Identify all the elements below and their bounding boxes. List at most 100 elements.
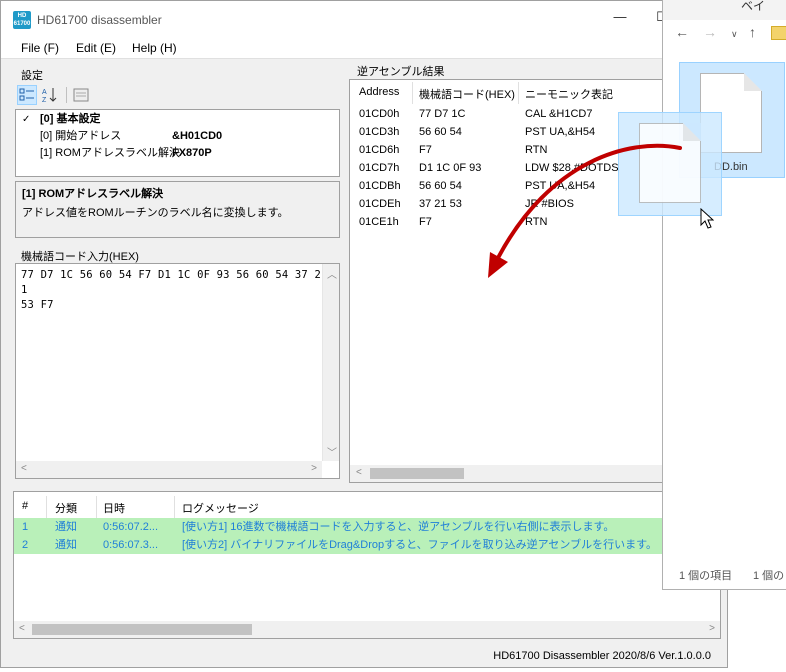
settings-label: 設定 [21, 70, 43, 82]
column-header-hex[interactable]: 機械語コード(HEX) [419, 86, 515, 102]
log-time: 0:56:07.2... [103, 521, 159, 533]
property-row-start-address[interactable]: [0] 開始アドレス &H01CD0 [16, 128, 339, 145]
row-address: 01CD7h [359, 162, 400, 174]
disassembly-label: 逆アセンブル結果 [357, 66, 445, 78]
status-bar: HD61700 Disassembler 2020/8/6 Ver.1.0.0.… [1, 647, 727, 669]
scroll-down-icon[interactable]: ﹀ [327, 444, 337, 459]
row-hex: F7 [419, 144, 432, 156]
explorer-window: ベイ ← → ∨ ↑ DD.bin 1 個の項目 1 個の [662, 0, 786, 590]
log-number: 1 [22, 521, 29, 533]
log-list[interactable]: # 分類 日時 ログメッセージ 1 通知 0:56:07.2... [使い方1]… [13, 491, 721, 639]
row-address: 01CDEh [359, 198, 401, 210]
row-mnemonic: CAL &H1CD7 [525, 108, 593, 120]
scroll-left-icon[interactable]: < [356, 467, 362, 478]
scroll-left-icon[interactable]: < [19, 623, 25, 634]
property-grid: ✓ [0] 基本設定 [0] 開始アドレス &H01CD0 [1] ROMアドレ… [15, 109, 340, 177]
menu-file[interactable]: File (F) [21, 41, 59, 55]
page-fold [744, 73, 762, 91]
disassembly-row[interactable]: 01CD0h 77 D7 1C CAL &H1CD7 [350, 105, 664, 123]
row-address: 01CE1h [359, 216, 399, 228]
code-input-box[interactable]: 77 D7 1C 56 60 54 F7 D1 1C 0F 93 56 60 5… [15, 263, 340, 479]
explorer-title-bar[interactable]: ベイ [663, 0, 786, 20]
title-bar[interactable]: HD61700 HD61700 disassembler — ☐ [1, 1, 727, 37]
log-header: # 分類 日時 ログメッセージ [14, 492, 720, 520]
row-address: 01CDBh [359, 180, 401, 192]
up-arrow-icon[interactable]: ↑ [749, 24, 756, 40]
log-message: [使い方1] 16進数で機械語コードを入力すると、逆アセンブルを行い右側に表示し… [182, 521, 615, 533]
column-header-number[interactable]: # [22, 500, 28, 512]
row-hex: 37 21 53 [419, 198, 462, 210]
log-horizontal-scrollbar[interactable]: < > [14, 621, 720, 638]
selected-count: 1 個の [753, 570, 785, 582]
scrollbar-thumb[interactable] [32, 624, 252, 635]
explorer-title: ベイ [741, 0, 766, 13]
menu-bar: File (F) Edit (E) Help (H) [1, 37, 727, 59]
back-arrow-icon[interactable]: ← [675, 24, 689, 40]
description-text: アドレス値をROMルーチンのラベル名に変換します。 [22, 207, 289, 219]
row-address: 01CD6h [359, 144, 400, 156]
recent-chevron-icon[interactable]: ∨ [731, 29, 738, 40]
menu-help[interactable]: Help (H) [132, 41, 177, 55]
categorized-view-icon[interactable] [17, 85, 37, 105]
property-name: [0] 開始アドレス [40, 130, 122, 142]
column-divider [46, 496, 47, 518]
alphabetical-sort-icon[interactable]: AZ [40, 85, 60, 105]
log-message: [使い方2] バイナリファイルをDrag&Dropすると、ファイルを取り込み逆ア… [182, 539, 657, 551]
scroll-up-icon[interactable]: ︿ [327, 266, 337, 281]
scroll-right-icon[interactable]: > [709, 623, 715, 634]
column-header-mnemonic[interactable]: ニーモニック表記 [525, 86, 613, 102]
item-count: 1 個の項目 [679, 570, 733, 582]
property-description: [1] ROMアドレスラベル解決 アドレス値をROMルーチンのラベル名に変換しま… [15, 181, 340, 238]
property-category-label: [0] 基本設定 [40, 113, 101, 125]
property-row-rom-label[interactable]: [1] ROMアドレスラベル解決 FX870P [16, 145, 339, 162]
code-horizontal-scrollbar[interactable]: < > [16, 461, 322, 478]
mouse-cursor-icon [700, 208, 714, 229]
property-value[interactable]: &H01CD0 [172, 128, 222, 145]
log-category: 通知 [55, 539, 77, 551]
log-row[interactable]: 2 通知 0:56:07.3... [使い方2] バイナリファイルをDrag&D… [14, 536, 720, 554]
scrollbar-thumb[interactable] [370, 468, 464, 479]
forward-arrow-icon[interactable]: → [703, 24, 717, 40]
scroll-right-icon[interactable]: > [311, 463, 317, 474]
column-header-time[interactable]: 日時 [103, 500, 125, 516]
code-input-text[interactable]: 77 D7 1C 56 60 54 F7 D1 1C 0F 93 56 60 5… [21, 268, 321, 313]
column-header-category[interactable]: 分類 [55, 500, 77, 516]
property-category-row[interactable]: ✓ [0] 基本設定 [16, 111, 339, 128]
disassembly-row[interactable]: 01CD3h 56 60 54 PST UA,&H54 [350, 123, 664, 141]
app-icon: HD 61700 [13, 11, 31, 29]
page-fold [683, 123, 701, 141]
column-header-message[interactable]: ログメッセージ [182, 500, 259, 516]
row-hex: 77 D7 1C [419, 108, 466, 120]
property-name: [1] ROMアドレスラベル解決 [40, 147, 180, 159]
log-row[interactable]: 1 通知 0:56:07.2... [使い方1] 16進数で機械語コードを入力す… [14, 518, 720, 536]
menu-edit[interactable]: Edit (E) [76, 41, 116, 55]
svg-text:Z: Z [42, 97, 47, 104]
property-toolbar: AZ [15, 83, 340, 107]
version-text: HD61700 Disassembler 2020/8/6 Ver.1.0.0.… [493, 650, 711, 662]
column-header-address[interactable]: Address [359, 86, 399, 98]
property-value[interactable]: FX870P [172, 145, 212, 162]
app-window: HD61700 HD61700 disassembler — ☐ File (F… [0, 0, 728, 668]
row-address: 01CD0h [359, 108, 400, 120]
column-divider [174, 496, 175, 518]
log-category: 通知 [55, 521, 77, 533]
code-input-label: 機械語コード入力(HEX) [21, 251, 139, 263]
column-divider [96, 496, 97, 518]
scroll-left-icon[interactable]: < [21, 463, 27, 474]
disassembly-header: Address 機械語コード(HEX) ニーモニック表記 [350, 80, 664, 106]
row-hex: D1 1C 0F 93 [419, 162, 482, 174]
folder-icon [771, 26, 786, 40]
log-time: 0:56:07.3... [103, 539, 159, 551]
description-title: [1] ROMアドレスラベル解決 [22, 188, 164, 200]
code-vertical-scrollbar[interactable]: ︿ ﹀ [322, 264, 339, 461]
column-divider [518, 82, 519, 104]
property-pages-icon[interactable] [71, 85, 91, 105]
toolbar-divider [66, 87, 67, 103]
row-hex: F7 [419, 216, 432, 228]
log-number: 2 [22, 539, 29, 551]
collapse-chevron-icon[interactable]: ✓ [22, 111, 30, 128]
disassembly-horizontal-scrollbar[interactable]: < [350, 465, 664, 482]
minimize-button[interactable]: — [605, 9, 635, 31]
row-mnemonic: PST UA,&H54 [525, 126, 596, 138]
svg-text:A: A [42, 89, 47, 96]
